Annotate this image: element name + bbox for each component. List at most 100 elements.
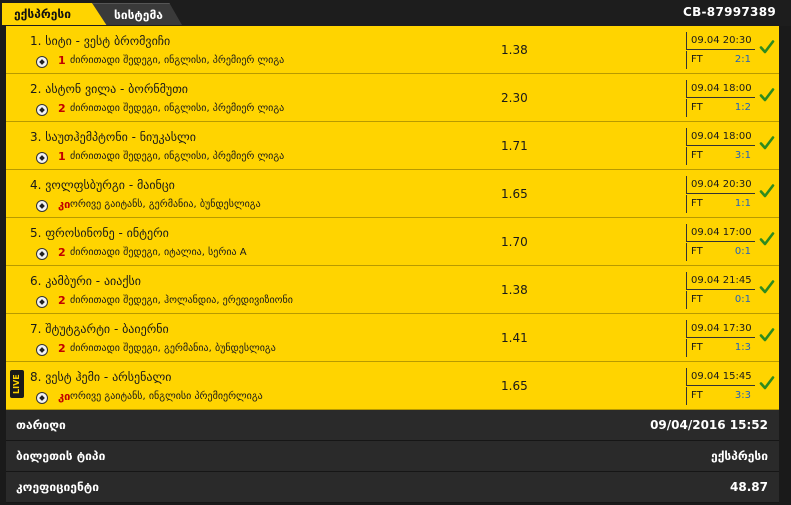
bet-odds: 1.41 xyxy=(501,331,528,345)
bet-odds: 1.71 xyxy=(501,139,528,153)
football-icon xyxy=(36,56,48,68)
match-status-text: FT xyxy=(691,342,703,353)
match-score: 1:3 xyxy=(734,342,751,353)
match-datetime: 09.04 17:30 xyxy=(686,320,755,338)
match-status-text: FT xyxy=(691,150,703,161)
bet-pick: კი xyxy=(58,390,71,403)
match-datetime: 09.04 21:45 xyxy=(686,272,755,290)
match-title: 6. კამბური - აიაქსი xyxy=(30,274,141,288)
bet-pick: 1 xyxy=(58,150,66,163)
summary-date-label: თარიღი xyxy=(16,418,66,432)
match-title: 8. ვესტ ჰემი - არსენალი xyxy=(30,370,172,384)
bet-row: 1. სიტი - ვესტ ბრომვიჩი 1 ძირითადი შედეგი,… xyxy=(6,26,779,74)
match-score: 3:1 xyxy=(734,150,751,161)
bet-pick: კი xyxy=(58,198,71,211)
match-status: FT 3:1 xyxy=(686,147,755,165)
summary-type-label: ბილეთის ტიპი xyxy=(16,449,106,463)
match-title: 5. ფროსინონე - ინტერი xyxy=(30,226,169,240)
match-status-text: FT xyxy=(691,102,703,113)
match-score: 1:2 xyxy=(734,102,751,113)
bet-list: 1. სიტი - ვესტ ბრომვიჩი 1 ძირითადი შედეგი,… xyxy=(6,26,779,410)
market-league: ძირითადი შედეგი, ინგლისი, პრემიერ ლიგა xyxy=(70,55,285,66)
match-status-text: FT xyxy=(691,390,703,401)
check-icon xyxy=(759,232,775,246)
match-status-text: FT xyxy=(691,198,703,209)
bet-pick: 2 xyxy=(58,294,66,307)
football-icon xyxy=(36,248,48,260)
summary-date-value: 09/04/2016 15:52 xyxy=(650,418,768,432)
match-score: 1:1 xyxy=(734,198,751,209)
bet-row: LIVE 8. ვესტ ჰემი - არსენალი კი ორივე გაიტა… xyxy=(6,362,779,410)
check-icon xyxy=(759,184,775,198)
check-icon xyxy=(759,280,775,294)
match-title: 3. საუთჰემპტონი - ნიუკასლი xyxy=(30,130,197,144)
summary-coefficient-value: 48.87 xyxy=(730,480,768,494)
match-datetime: 09.04 18:00 xyxy=(686,80,755,98)
match-status: FT 0:1 xyxy=(686,243,755,261)
match-status: FT 2:1 xyxy=(686,51,755,69)
match-status: FT 1:1 xyxy=(686,195,755,213)
bet-odds: 1.65 xyxy=(501,379,528,393)
bet-odds: 1.65 xyxy=(501,187,528,201)
check-icon xyxy=(759,376,775,390)
live-badge: LIVE xyxy=(10,370,24,398)
market-league: ძირითადი შედეგი, ჰოლანდია, ერედივიზიონი xyxy=(70,295,293,306)
football-icon xyxy=(36,104,48,116)
match-datetime: 09.04 15:45 xyxy=(686,368,755,386)
match-score: 2:1 xyxy=(734,54,751,65)
match-status-text: FT xyxy=(691,294,703,305)
bet-odds: 1.38 xyxy=(501,43,528,57)
bet-odds: 1.38 xyxy=(501,283,528,297)
match-datetime: 09.04 20:30 xyxy=(686,32,755,50)
bet-odds: 2.30 xyxy=(501,91,528,105)
football-icon xyxy=(36,296,48,308)
match-status: FT 1:2 xyxy=(686,99,755,117)
bet-row: 2. ასტონ ვილა - ბორნმუთი 2 ძირითადი შედეგი… xyxy=(6,74,779,122)
bet-pick: 2 xyxy=(58,102,66,115)
match-status-text: FT xyxy=(691,246,703,257)
match-title: 4. ვოლფსბურგი - მაინცი xyxy=(30,178,175,192)
football-icon xyxy=(36,392,48,404)
bet-pick: 1 xyxy=(58,54,66,67)
check-icon xyxy=(759,40,775,54)
bet-row: 3. საუთჰემპტონი - ნიუკასლი 1 ძირითადი შედე… xyxy=(6,122,779,170)
match-status-text: FT xyxy=(691,54,703,65)
market-league: ძირითადი შედეგი, გერმანია, ბუნდესლიგა xyxy=(70,343,276,354)
match-datetime: 09.04 17:00 xyxy=(686,224,755,242)
match-title: 7. შტუტგარტი - ბაიერნი xyxy=(30,322,169,336)
match-datetime: 09.04 20:30 xyxy=(686,176,755,194)
bet-row: 7. შტუტგარტი - ბაიერნი 2 ძირითადი შედეგი, … xyxy=(6,314,779,362)
football-icon xyxy=(36,152,48,164)
match-status: FT 3:3 xyxy=(686,387,755,405)
match-title: 1. სიტი - ვესტ ბრომვიჩი xyxy=(30,34,171,48)
check-icon xyxy=(759,328,775,342)
summary-coefficient-label: კოეფიციენტი xyxy=(16,480,99,494)
summary-row-date: თარიღი 09/04/2016 15:52 xyxy=(6,410,779,441)
ticket-header: ექსპრესი სისტემა CB-87997389 xyxy=(0,0,791,26)
ticket-id: CB-87997389 xyxy=(682,5,776,19)
summary-row-type: ბილეთის ტიპი ექსპრესი xyxy=(6,441,779,472)
bet-row: 5. ფროსინონე - ინტერი 2 ძირითადი შედეგი, ი… xyxy=(6,218,779,266)
market-league: ძირითადი შედეგი, ინგლისი, პრემიერ ლიგა xyxy=(70,103,285,114)
market-league: ორივე გაიტანს, ინგლისი პრემიერლიგა xyxy=(70,391,263,402)
match-score: 0:1 xyxy=(734,294,751,305)
bet-pick: 2 xyxy=(58,246,66,259)
summary-row-coefficient: კოეფიციენტი 48.87 xyxy=(6,472,779,503)
check-icon xyxy=(759,88,775,102)
match-status: FT 0:1 xyxy=(686,291,755,309)
ticket-summary: თარიღი 09/04/2016 15:52 ბილეთის ტიპი ექს… xyxy=(6,410,779,503)
summary-type-value: ექსპრესი xyxy=(711,449,768,463)
bet-row: 4. ვოლფსბურგი - მაინცი კი ორივე გაიტანს, გ… xyxy=(6,170,779,218)
bet-row: 6. კამბური - აიაქსი 2 ძირითადი შედეგი, ჰოლ… xyxy=(6,266,779,314)
tab-system[interactable]: სისტემა xyxy=(92,3,182,25)
bet-pick: 2 xyxy=(58,342,66,355)
match-score: 0:1 xyxy=(734,246,751,257)
match-datetime: 09.04 18:00 xyxy=(686,128,755,146)
tab-express[interactable]: ექსპრესი xyxy=(2,3,108,25)
check-icon xyxy=(759,136,775,150)
football-icon xyxy=(36,200,48,212)
match-score: 3:3 xyxy=(734,390,751,401)
market-league: ძირითადი შედეგი, ინგლისი, პრემიერ ლიგა xyxy=(70,151,285,162)
market-league: ორივე გაიტანს, გერმანია, ბუნდესლიგა xyxy=(70,199,261,210)
market-league: ძირითადი შედეგი, იტალია, სერია A xyxy=(70,247,247,258)
